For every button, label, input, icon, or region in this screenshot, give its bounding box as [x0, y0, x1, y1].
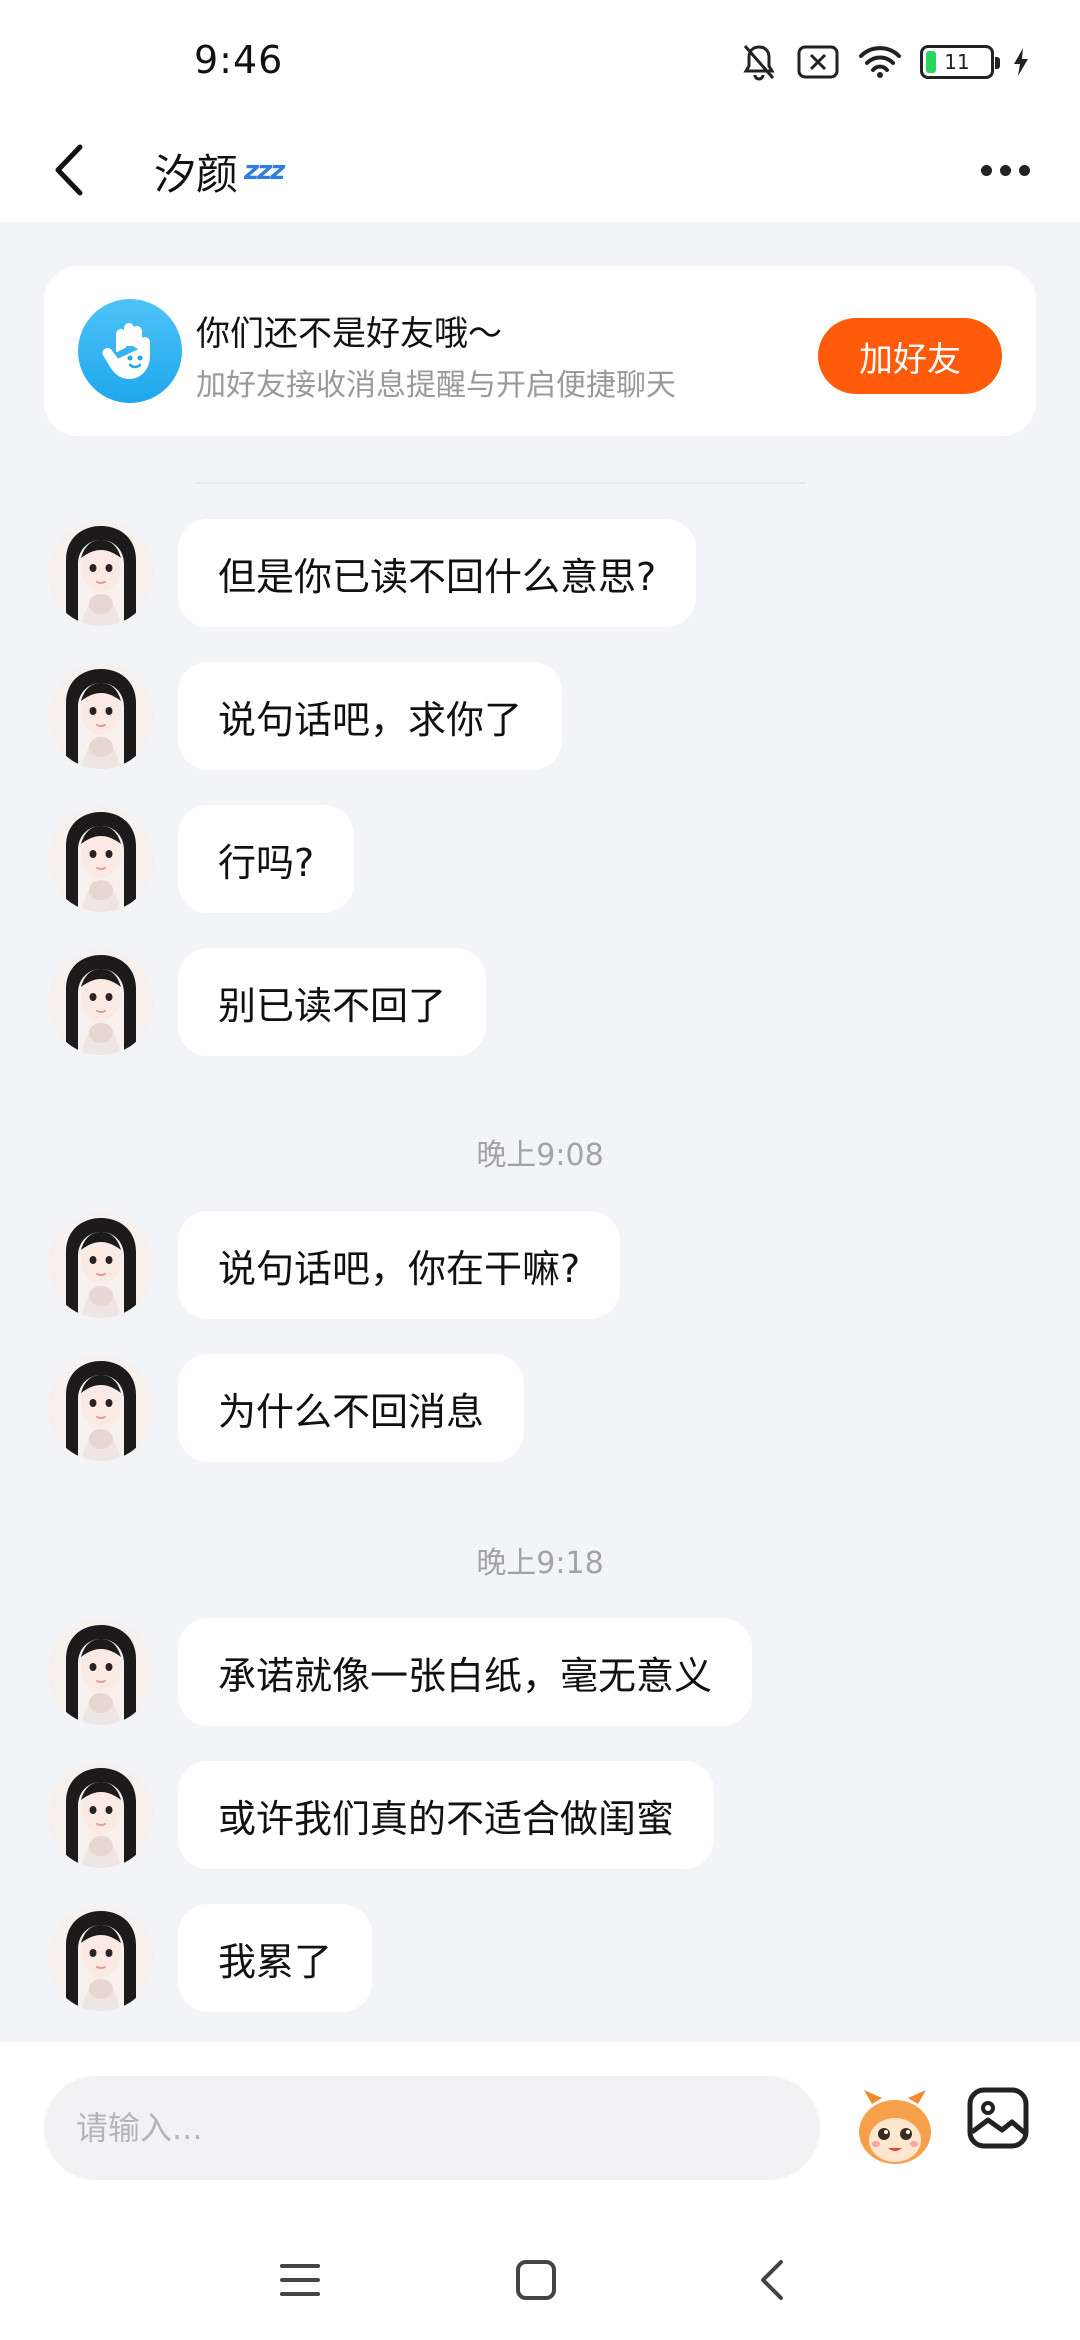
message-bubble[interactable]: 但是你已读不回什么意思? [178, 519, 697, 627]
sim-x-icon [796, 44, 840, 80]
message-row: 说句话吧，你在干嘛? [48, 1210, 621, 1320]
home-square-icon [516, 2260, 556, 2300]
chat-screen: 9:46 11 汐颜 zzz 你们还不是好友哦～ 加好友接收消息提醒与开启便捷聊… [0, 0, 1080, 2340]
message-bubble[interactable]: 说句话吧，求你了 [178, 662, 563, 770]
status-bar: 9:46 11 [0, 0, 1080, 120]
home-button[interactable] [506, 2250, 566, 2310]
system-back-button[interactable] [742, 2250, 802, 2310]
system-nav-bar [0, 2220, 1080, 2330]
time-separator: 晚上9:18 [476, 1546, 604, 1581]
more-options-button[interactable] [970, 140, 1040, 200]
message-row: 或许我们真的不适合做闺蜜 [48, 1760, 715, 1870]
dot [980, 164, 992, 176]
chevron-left-icon [55, 144, 83, 196]
avatar[interactable] [48, 1905, 154, 2011]
avatar[interactable] [48, 520, 154, 626]
message-row: 承诺就像一张白纸，毫无意义 [48, 1617, 753, 1727]
add-friend-button[interactable]: 加好友 [818, 318, 1002, 394]
message-bubble[interactable]: 或许我们真的不适合做闺蜜 [178, 1761, 715, 1869]
contact-name: 汐颜 [154, 149, 239, 199]
message-row: 行吗? [48, 804, 355, 914]
avatar[interactable] [48, 806, 154, 912]
chat-header: 汐颜 zzz [0, 120, 1080, 222]
dot [999, 164, 1011, 176]
divider [196, 482, 806, 484]
wave-hand-icon [78, 299, 182, 403]
message-row: 说句话吧，求你了 [48, 661, 563, 771]
sleeping-zzz-icon: zzz [244, 156, 285, 186]
avatar[interactable] [48, 663, 154, 769]
message-bubble[interactable]: 为什么不回消息 [178, 1354, 525, 1462]
card-title: 你们还不是好友哦～ [196, 314, 502, 354]
message-row: 别已读不回了 [48, 947, 487, 1057]
message-row: 但是你已读不回什么意思? [48, 518, 697, 628]
message-row: 为什么不回消息 [48, 1353, 525, 1463]
bell-off-icon [740, 42, 778, 82]
back-triangle-icon [761, 2260, 783, 2300]
image-picker-button[interactable] [966, 2086, 1036, 2162]
status-icons: 11 [740, 40, 1030, 84]
mascot-emoji-button[interactable] [852, 2082, 938, 2172]
menu-button[interactable] [270, 2250, 330, 2310]
message-bubble[interactable]: 说句话吧，你在干嘛? [178, 1211, 621, 1319]
charging-icon [1012, 47, 1030, 77]
contact-title[interactable]: 汐颜 zzz [154, 128, 285, 214]
avatar[interactable] [48, 949, 154, 1055]
avatar[interactable] [48, 1619, 154, 1725]
wifi-icon [858, 45, 902, 79]
back-button[interactable] [52, 130, 112, 210]
time-separator: 晚上9:08 [476, 1138, 604, 1173]
battery-level: 11 [944, 50, 970, 74]
mascot-face-icon [859, 2090, 931, 2164]
avatar[interactable] [48, 1212, 154, 1318]
card-subtitle: 加好友接收消息提醒与开启便捷聊天 [196, 368, 676, 403]
image-icon [967, 2087, 1029, 2149]
dot [1018, 164, 1030, 176]
message-row: 我累了 [48, 1903, 373, 2013]
avatar[interactable] [48, 1762, 154, 1868]
menu-icon [280, 2264, 320, 2296]
avatar[interactable] [48, 1355, 154, 1461]
message-bubble[interactable]: 我累了 [178, 1904, 373, 2012]
message-bubble[interactable]: 承诺就像一张白纸，毫无意义 [178, 1618, 753, 1726]
status-time: 9:46 [194, 38, 284, 82]
message-bubble[interactable]: 行吗? [178, 805, 355, 913]
not-friends-card: 你们还不是好友哦～ 加好友接收消息提醒与开启便捷聊天 加好友 [44, 266, 1036, 436]
message-bubble[interactable]: 别已读不回了 [178, 948, 487, 1056]
battery-icon: 11 [920, 45, 1000, 79]
message-input[interactable] [44, 2076, 820, 2180]
